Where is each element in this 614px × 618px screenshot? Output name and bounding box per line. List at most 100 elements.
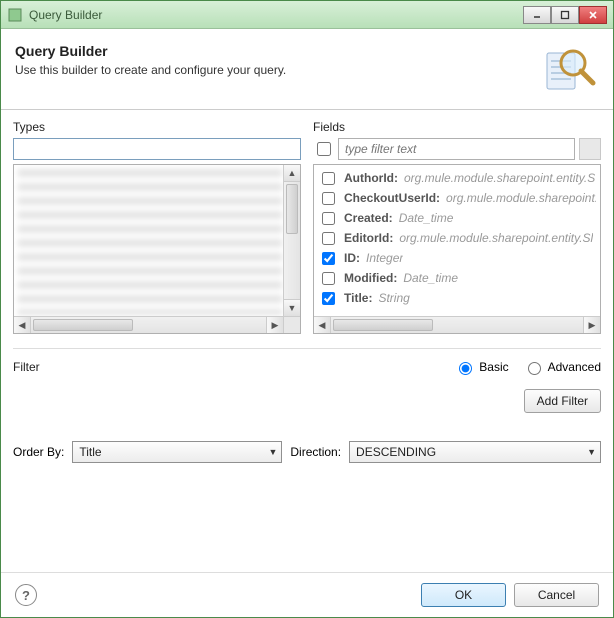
fields-horizontal-scrollbar[interactable]: ◀ ▶: [314, 316, 600, 333]
magnifier-icon: [539, 39, 599, 99]
fields-filter-checkbox[interactable]: [317, 142, 331, 156]
filter-mode-advanced[interactable]: Advanced: [523, 359, 601, 375]
order-by-value: Title: [79, 445, 101, 459]
cancel-label: Cancel: [538, 588, 575, 602]
filter-mode-group: Basic Advanced: [454, 359, 601, 375]
field-row[interactable]: Title: String: [318, 289, 596, 307]
field-row[interactable]: Modified: Date_time: [318, 269, 596, 287]
columns: Types ▲ ▼ ◀: [13, 120, 601, 334]
order-by-section: Order By: Title ▼ Direction: DESCENDING …: [13, 441, 601, 463]
scroll-track[interactable]: [331, 317, 583, 333]
cancel-button[interactable]: Cancel: [514, 583, 599, 607]
order-by-label: Order By:: [13, 445, 64, 459]
chevron-down-icon: ▼: [587, 447, 596, 457]
titlebar: Query Builder: [1, 1, 613, 29]
field-type: org.mule.module.sharepoint.entity.S: [404, 171, 595, 185]
filter-section: Filter Basic Advanced: [13, 359, 601, 375]
radio-basic-label: Basic: [479, 360, 508, 374]
field-checkbox[interactable]: [322, 252, 335, 265]
scroll-thumb[interactable]: [333, 319, 433, 331]
field-type: Date_time: [399, 211, 454, 225]
field-name: EditorId:: [344, 231, 393, 245]
types-list-content-blurred: [18, 169, 282, 315]
field-row[interactable]: Created: Date_time: [318, 209, 596, 227]
radio-advanced-label: Advanced: [548, 360, 601, 374]
dialog-footer: ? OK Cancel: [1, 572, 613, 617]
scroll-corner: [283, 317, 300, 333]
field-name: Created:: [344, 211, 393, 225]
field-name: CheckoutUserId:: [344, 191, 440, 205]
divider: [13, 348, 601, 349]
field-name: Modified:: [344, 271, 397, 285]
scroll-right-icon[interactable]: ▶: [583, 317, 600, 333]
add-filter-label: Add Filter: [537, 394, 588, 408]
order-by-select[interactable]: Title ▼: [72, 441, 282, 463]
close-button[interactable]: [579, 6, 607, 24]
field-checkbox[interactable]: [322, 172, 335, 185]
ok-label: OK: [455, 588, 472, 602]
types-horizontal-scrollbar[interactable]: ◀ ▶: [14, 316, 300, 333]
fields-list[interactable]: AuthorId: org.mule.module.sharepoint.ent…: [313, 164, 601, 334]
fields-filter-input[interactable]: [338, 138, 575, 160]
maximize-button[interactable]: [551, 6, 579, 24]
radio-basic[interactable]: [459, 362, 472, 375]
filter-label: Filter: [13, 360, 454, 374]
field-checkbox[interactable]: [322, 212, 335, 225]
field-row[interactable]: AuthorId: org.mule.module.sharepoint.ent…: [318, 169, 596, 187]
filter-mode-basic[interactable]: Basic: [454, 359, 508, 375]
scroll-up-icon[interactable]: ▲: [284, 165, 300, 182]
scroll-right-icon[interactable]: ▶: [266, 317, 283, 333]
scroll-left-icon[interactable]: ◀: [314, 317, 331, 333]
direction-select[interactable]: DESCENDING ▼: [349, 441, 601, 463]
window-title: Query Builder: [29, 8, 523, 22]
help-icon[interactable]: ?: [15, 584, 37, 606]
dialog-header: Query Builder Use this builder to create…: [1, 29, 613, 110]
scroll-down-icon[interactable]: ▼: [284, 299, 300, 316]
field-type: org.mule.module.sharepoint.: [446, 191, 596, 205]
footer-buttons: OK Cancel: [421, 583, 599, 607]
field-row[interactable]: ID: Integer: [318, 249, 596, 267]
field-row[interactable]: EditorId: org.mule.module.sharepoint.ent…: [318, 229, 596, 247]
types-vertical-scrollbar[interactable]: ▲ ▼: [283, 165, 300, 316]
fields-panel: Fields AuthorId: org.mule.module.sharepo…: [313, 120, 601, 334]
ok-button[interactable]: OK: [421, 583, 506, 607]
page-description: Use this builder to create and configure…: [15, 63, 539, 77]
field-name: AuthorId:: [344, 171, 398, 185]
types-list[interactable]: ▲ ▼ ◀ ▶: [13, 164, 301, 334]
scroll-thumb[interactable]: [286, 184, 298, 234]
field-checkbox[interactable]: [322, 272, 335, 285]
field-checkbox[interactable]: [322, 192, 335, 205]
field-checkbox[interactable]: [322, 232, 335, 245]
direction-label: Direction:: [290, 445, 341, 459]
app-icon: [7, 7, 23, 23]
field-checkbox[interactable]: [322, 292, 335, 305]
window-controls: [523, 6, 607, 24]
field-row[interactable]: CheckoutUserId: org.mule.module.sharepoi…: [318, 189, 596, 207]
add-filter-button[interactable]: Add Filter: [524, 389, 601, 413]
field-type: org.mule.module.sharepoint.entity.Sl: [399, 231, 593, 245]
minimize-button[interactable]: [523, 6, 551, 24]
dialog-body: Types ▲ ▼ ◀: [1, 110, 613, 572]
scroll-left-icon[interactable]: ◀: [14, 317, 31, 333]
header-text-block: Query Builder Use this builder to create…: [15, 39, 539, 77]
query-builder-window: Query Builder Query Builder Use this bui…: [0, 0, 614, 618]
chevron-down-icon: ▼: [268, 447, 277, 457]
fields-filter-row: [313, 138, 601, 160]
fields-list-inner: AuthorId: org.mule.module.sharepoint.ent…: [318, 169, 596, 315]
scroll-track[interactable]: [31, 317, 266, 333]
fields-filter-clear-button[interactable]: [579, 138, 601, 160]
radio-advanced[interactable]: [528, 362, 541, 375]
field-type: String: [378, 291, 409, 305]
scroll-thumb[interactable]: [33, 319, 133, 331]
types-label: Types: [13, 120, 301, 134]
types-search-input[interactable]: [13, 138, 301, 160]
types-panel: Types ▲ ▼ ◀: [13, 120, 301, 334]
add-filter-row: Add Filter: [13, 389, 601, 413]
scroll-track[interactable]: [284, 182, 300, 299]
field-type: Date_time: [403, 271, 458, 285]
page-title: Query Builder: [15, 43, 539, 59]
field-name: Title:: [344, 291, 372, 305]
field-type: Integer: [366, 251, 403, 265]
direction-value: DESCENDING: [356, 445, 436, 459]
fields-label: Fields: [313, 120, 601, 134]
